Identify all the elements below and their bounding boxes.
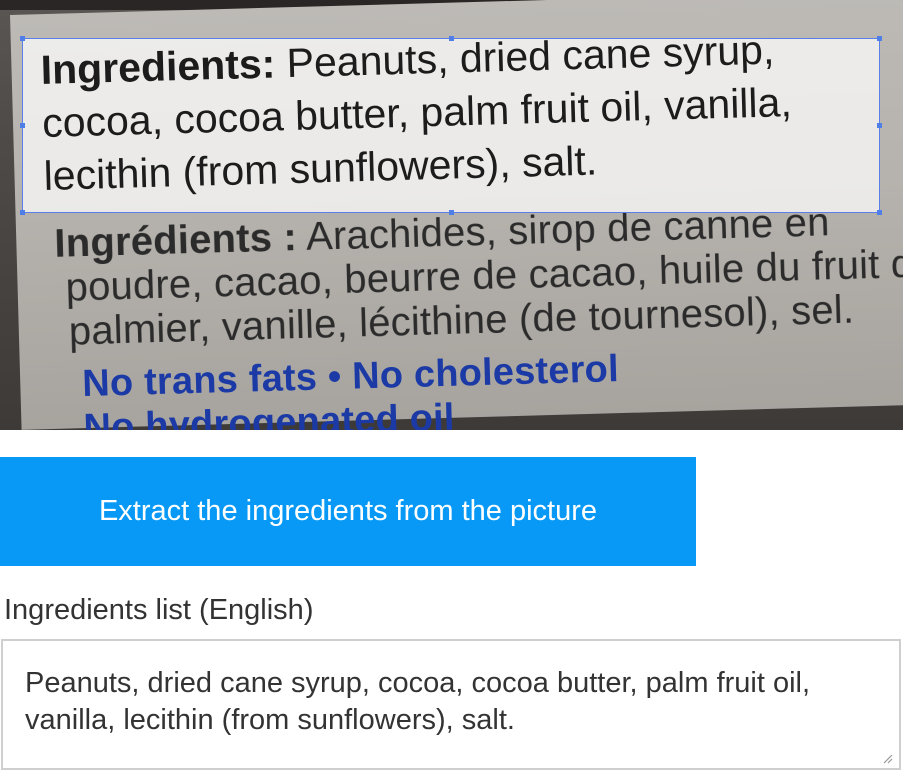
crop-handle-bottom-middle[interactable] [449, 210, 454, 215]
ingredients-list-label: Ingredients list (English) [4, 594, 314, 626]
cropped-ingredients-text: Ingredients: Peanuts, dried cane syrup, … [40, 20, 903, 203]
product-photo: Ingrédients : Arachides, sirop de canne … [0, 0, 903, 430]
crop-handle-bottom-left[interactable] [20, 210, 25, 215]
ingredients-text: Peanuts, dried cane syrup, cocoa, cocoa … [25, 667, 811, 736]
resize-grip-icon[interactable] [881, 752, 893, 764]
extract-ingredients-button[interactable]: Extract the ingredients from the picture [0, 457, 696, 566]
claims-line-1: No trans fats • No cholesterol [81, 348, 620, 406]
crop-handle-middle-left[interactable] [20, 123, 25, 128]
crop-handle-top-left[interactable] [20, 36, 25, 41]
ingredients-textarea[interactable]: Peanuts, dried cane syrup, cocoa, cocoa … [1, 639, 901, 770]
crop-handle-bottom-right[interactable] [877, 210, 882, 215]
